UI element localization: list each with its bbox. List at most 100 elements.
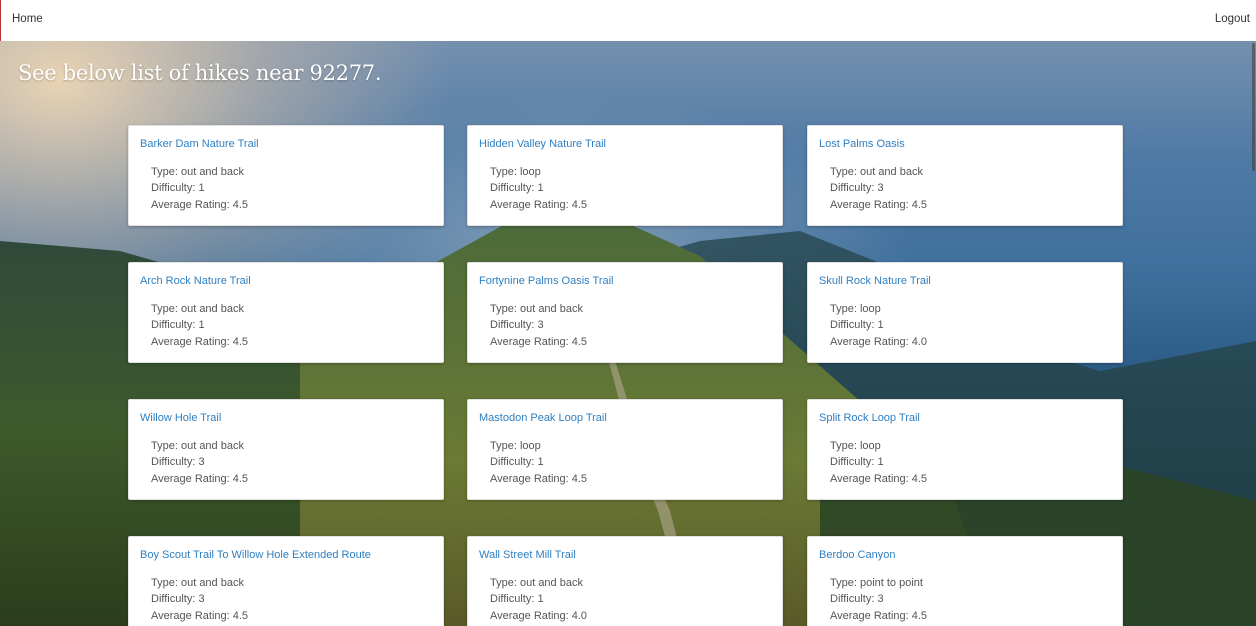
hike-rating: Average Rating: 4.0 [490, 610, 587, 622]
hike-difficulty-value: 3 [198, 456, 205, 468]
hike-type: Type: loop [490, 440, 541, 452]
hike-rating: Average Rating: 4.5 [151, 473, 248, 485]
hike-type-value: out and back [180, 303, 244, 315]
hike-type: Type: out and back [830, 166, 923, 178]
hike-difficulty-value: 3 [877, 593, 884, 605]
hike-difficulty-value: 1 [537, 593, 544, 605]
hike-type-label: Type: [151, 577, 178, 589]
hike-card: Wall Street Mill Trail Type: out and back… [467, 536, 783, 626]
hike-title-link[interactable]: Barker Dam Nature Trail [140, 138, 259, 150]
hike-difficulty: Difficulty: 1 [151, 319, 205, 331]
hike-rating-label: Average Rating: [830, 473, 909, 485]
hike-difficulty-label: Difficulty: [490, 456, 535, 468]
hike-type-value: out and back [859, 166, 923, 178]
hike-type-value: out and back [519, 577, 583, 589]
hike-rating: Average Rating: 4.5 [830, 199, 927, 211]
nav-home-link[interactable]: Home [12, 13, 43, 25]
hike-difficulty: Difficulty: 3 [151, 593, 205, 605]
hike-type: Type: out and back [151, 303, 244, 315]
hike-card: Skull Rock Nature Trail Type: loop Difficu… [807, 262, 1123, 363]
hike-rating-label: Average Rating: [490, 199, 569, 211]
hero-background: See below list of hikes near 92277. Bark… [0, 41, 1256, 626]
hike-difficulty-label: Difficulty: [830, 319, 875, 331]
hike-rating: Average Rating: 4.5 [490, 473, 587, 485]
hike-title-link[interactable]: Skull Rock Nature Trail [819, 275, 931, 287]
hike-difficulty: Difficulty: 3 [490, 319, 544, 331]
hike-difficulty-value: 3 [537, 319, 544, 331]
hike-difficulty: Difficulty: 1 [830, 456, 884, 468]
hike-difficulty-label: Difficulty: [490, 319, 535, 331]
hike-difficulty-value: 3 [198, 593, 205, 605]
hike-title-link[interactable]: Arch Rock Nature Trail [140, 275, 251, 287]
hike-title-link[interactable]: Willow Hole Trail [140, 412, 221, 424]
hike-rating: Average Rating: 4.5 [490, 336, 587, 348]
hike-difficulty-label: Difficulty: [830, 593, 875, 605]
hike-type-label: Type: [490, 577, 517, 589]
hike-card: Lost Palms Oasis Type: out and back Diffic… [807, 125, 1123, 226]
hike-rating-value: 4.5 [232, 199, 249, 211]
hike-type-value: loop [859, 303, 881, 315]
hike-difficulty-label: Difficulty: [151, 182, 196, 194]
hike-difficulty-label: Difficulty: [830, 456, 875, 468]
hike-rating: Average Rating: 4.5 [151, 610, 248, 622]
hike-type: Type: out and back [151, 166, 244, 178]
hike-type-label: Type: [151, 440, 178, 452]
hike-title-link[interactable]: Fortynine Palms Oasis Trail [479, 275, 613, 287]
hike-title-link[interactable]: Boy Scout Trail To Willow Hole Extended … [140, 549, 371, 561]
hike-type-value: out and back [180, 440, 244, 452]
hike-type-label: Type: [151, 303, 178, 315]
hike-difficulty-label: Difficulty: [490, 182, 535, 194]
hike-type-label: Type: [490, 303, 517, 315]
hike-type-value: out and back [519, 303, 583, 315]
hike-difficulty-value: 1 [877, 319, 884, 331]
hike-difficulty: Difficulty: 3 [830, 182, 884, 194]
hike-difficulty: Difficulty: 1 [490, 593, 544, 605]
hike-difficulty-value: 1 [877, 456, 884, 468]
hike-rating-value: 4.0 [571, 610, 588, 622]
hike-rating-value: 4.5 [911, 610, 928, 622]
hike-difficulty-value: 1 [537, 182, 544, 194]
hike-difficulty: Difficulty: 1 [490, 456, 544, 468]
hike-rating-value: 4.5 [232, 336, 249, 348]
hike-type-value: point to point [859, 577, 923, 589]
hike-type: Type: out and back [490, 303, 583, 315]
hike-title-link[interactable]: Wall Street Mill Trail [479, 549, 576, 561]
scrollbar[interactable] [1252, 43, 1255, 171]
hike-type: Type: loop [490, 166, 541, 178]
hike-rating-value: 4.0 [911, 336, 928, 348]
hike-type-label: Type: [830, 440, 857, 452]
hike-title-link[interactable]: Lost Palms Oasis [819, 138, 905, 150]
hike-rating: Average Rating: 4.5 [830, 610, 927, 622]
hike-title-link[interactable]: Split Rock Loop Trail [819, 412, 920, 424]
hike-type: Type: out and back [490, 577, 583, 589]
hike-card: Fortynine Palms Oasis Trail Type: out and… [467, 262, 783, 363]
top-navbar: Home Logout [0, 0, 1256, 41]
hike-type-value: loop [519, 440, 541, 452]
hike-title-link[interactable]: Hidden Valley Nature Trail [479, 138, 606, 150]
hike-title-link[interactable]: Mastodon Peak Loop Trail [479, 412, 607, 424]
hike-card: Hidden Valley Nature Trail Type: loop Diff… [467, 125, 783, 226]
hike-rating-label: Average Rating: [830, 336, 909, 348]
hike-rating-value: 4.5 [571, 336, 588, 348]
hike-difficulty-label: Difficulty: [151, 456, 196, 468]
hike-rating-label: Average Rating: [151, 610, 230, 622]
hike-card: Berdoo Canyon Type: point to point Difficu… [807, 536, 1123, 626]
hike-rating-label: Average Rating: [490, 473, 569, 485]
nav-logout-link[interactable]: Logout [1215, 13, 1250, 25]
hike-rating: Average Rating: 4.5 [151, 336, 248, 348]
hike-difficulty: Difficulty: 3 [830, 593, 884, 605]
hike-difficulty: Difficulty: 1 [490, 182, 544, 194]
hike-rating-label: Average Rating: [151, 336, 230, 348]
hike-title-link[interactable]: Berdoo Canyon [819, 549, 895, 561]
hike-rating: Average Rating: 4.5 [830, 473, 927, 485]
hike-difficulty: Difficulty: 1 [830, 319, 884, 331]
hike-type-value: out and back [180, 577, 244, 589]
hike-type-label: Type: [830, 577, 857, 589]
hike-difficulty-label: Difficulty: [490, 593, 535, 605]
hike-rating-value: 4.5 [232, 610, 249, 622]
hike-type-label: Type: [490, 166, 517, 178]
hike-rating-label: Average Rating: [151, 199, 230, 211]
hike-type: Type: out and back [151, 440, 244, 452]
hike-type-value: out and back [180, 166, 244, 178]
hike-rating-label: Average Rating: [490, 610, 569, 622]
